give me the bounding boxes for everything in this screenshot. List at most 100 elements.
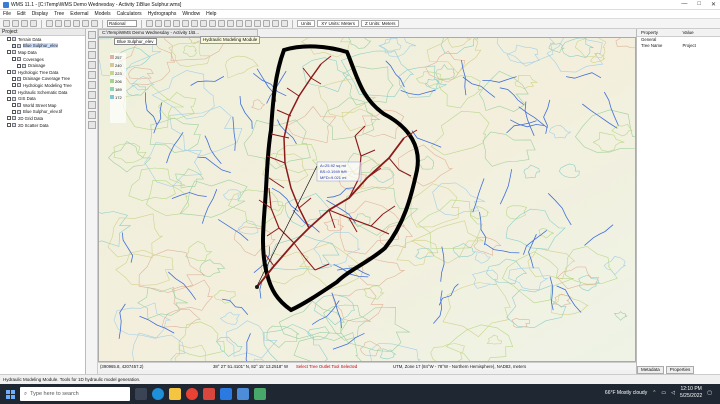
xy-units-label[interactable]: XY Units: Meters xyxy=(317,20,359,27)
maximize-button[interactable]: □ xyxy=(697,1,701,8)
rotate-tool-icon[interactable] xyxy=(173,20,180,27)
tree-checkbox[interactable] xyxy=(12,57,16,62)
create-outlet-icon[interactable] xyxy=(87,81,96,89)
select-stream-icon[interactable] xyxy=(87,41,96,49)
select-tool-icon[interactable] xyxy=(146,20,153,27)
tree-item[interactable]: GIS Data xyxy=(0,95,85,102)
clock[interactable]: 12:10 PM 5/25/2022 xyxy=(680,386,702,400)
tree-checkbox[interactable] xyxy=(12,83,16,88)
tree-outlet-point[interactable] xyxy=(255,285,259,289)
menu-file[interactable]: File xyxy=(3,11,11,17)
zoom-tool-icon[interactable] xyxy=(155,20,162,27)
menu-display[interactable]: Display xyxy=(32,11,48,17)
terrain-map-canvas[interactable]: A=25.92 sq mi BS=0.1949 ft/ft MFD=9.021 … xyxy=(99,38,636,362)
menu-window[interactable]: Window xyxy=(182,11,200,17)
tree-checkbox[interactable] xyxy=(12,43,16,48)
tree-checkbox[interactable] xyxy=(7,96,11,101)
module-river-icon[interactable] xyxy=(82,20,89,27)
module-terrain-icon[interactable] xyxy=(46,20,53,27)
tab-metadata[interactable]: Metadata xyxy=(637,366,664,374)
tree-checkbox[interactable] xyxy=(12,109,16,114)
tree-item[interactable]: Drainage xyxy=(0,62,85,69)
tree-item[interactable]: World Street Map xyxy=(0,102,85,109)
get-info-icon[interactable] xyxy=(218,20,225,27)
tree-checkbox[interactable] xyxy=(7,90,11,95)
taskbar-search[interactable]: ⌕ Type here to search xyxy=(20,387,130,401)
tree-item[interactable]: Hydrologic Modeling Tree xyxy=(0,82,85,89)
tree-item[interactable]: Hydrologic Tree Data xyxy=(0,69,85,76)
tree-item[interactable]: Map Data xyxy=(0,49,85,56)
contour-icon[interactable] xyxy=(200,20,207,27)
close-button[interactable]: ✕ xyxy=(711,1,716,8)
tree-item[interactable]: Coverages xyxy=(0,56,85,63)
property-value[interactable]: Project xyxy=(679,43,720,49)
tree-checkbox[interactable] xyxy=(12,103,16,108)
minimize-button[interactable]: — xyxy=(681,1,687,8)
tree-item[interactable]: Blue Sulphur_elev xyxy=(0,43,85,50)
select-basin-icon[interactable] xyxy=(87,51,96,59)
wms-taskbar-icon[interactable] xyxy=(254,388,266,400)
property-row[interactable]: Tree Name Project xyxy=(637,43,720,49)
tree-checkbox[interactable] xyxy=(12,76,16,81)
tree-item[interactable]: Hydraulic Schematic Data xyxy=(0,89,85,96)
task-view-icon[interactable] xyxy=(135,388,147,400)
module-grid-icon[interactable] xyxy=(91,20,98,27)
tree-item[interactable]: Blue Sulphur_elev.tif xyxy=(0,109,85,116)
edge-icon[interactable] xyxy=(152,388,164,400)
select-tree-outlet-icon[interactable] xyxy=(87,31,96,39)
cross-section-icon[interactable] xyxy=(87,121,96,129)
open-icon[interactable] xyxy=(12,20,19,27)
z-units-label[interactable]: Z Units: Meters xyxy=(360,20,400,27)
menu-tree[interactable]: Tree xyxy=(54,11,64,17)
start-button[interactable] xyxy=(0,384,20,404)
tree-checkbox[interactable] xyxy=(7,37,11,42)
tree-item[interactable]: 2D Scatter Data xyxy=(0,122,85,129)
chrome-icon[interactable] xyxy=(186,388,198,400)
display-options-icon[interactable] xyxy=(191,20,198,27)
tree-item[interactable]: Drainage Coverage Tree xyxy=(0,76,85,83)
tree-item[interactable]: 2D Grid Data xyxy=(0,115,85,122)
table-icon[interactable] xyxy=(254,20,261,27)
print-icon[interactable] xyxy=(30,20,37,27)
tree-checkbox[interactable] xyxy=(7,123,11,128)
new-icon[interactable] xyxy=(3,20,10,27)
tree-checkbox[interactable] xyxy=(7,116,11,121)
tab-properties[interactable]: Properties xyxy=(665,366,695,374)
map-view[interactable]: A=25.92 sq mi BS=0.1949 ft/ft MFD=9.021 … xyxy=(98,37,636,362)
globe-icon[interactable] xyxy=(272,20,279,27)
edit-elevation-icon[interactable] xyxy=(87,91,96,99)
mail-icon[interactable] xyxy=(220,388,232,400)
graph-icon[interactable] xyxy=(245,20,252,27)
tree-checkbox[interactable] xyxy=(7,50,11,55)
units-button[interactable]: Units xyxy=(297,20,316,27)
lock-icon[interactable] xyxy=(236,20,243,27)
zoom-icon[interactable] xyxy=(87,61,96,69)
menu-models[interactable]: Models xyxy=(95,11,111,17)
measure-icon[interactable] xyxy=(263,20,270,27)
module-map-icon[interactable] xyxy=(64,20,71,27)
network-icon[interactable]: ▭ xyxy=(661,390,666,396)
chevron-up-icon[interactable]: ⌃ xyxy=(652,390,656,396)
tree-item[interactable]: Terrain Data xyxy=(0,36,85,43)
plot-icon[interactable] xyxy=(227,20,234,27)
tree-checkbox[interactable] xyxy=(17,63,21,68)
search-input[interactable]: Type here to search xyxy=(30,391,79,397)
frame-icon[interactable] xyxy=(182,20,189,27)
weather-readout[interactable]: 66°F Mostly cloudy xyxy=(605,390,647,396)
menu-help[interactable]: Help xyxy=(206,11,216,17)
notification-icon[interactable]: ▢ xyxy=(707,390,712,396)
module-drainage-icon[interactable] xyxy=(55,20,62,27)
pan-tool-icon[interactable] xyxy=(164,20,171,27)
image-icon[interactable] xyxy=(281,20,288,27)
module-hydrologic-icon[interactable] xyxy=(73,20,80,27)
store-icon[interactable] xyxy=(237,388,249,400)
menu-hydrographs[interactable]: Hydrographs xyxy=(148,11,177,17)
menu-edit[interactable]: Edit xyxy=(17,11,26,17)
volume-icon[interactable]: ◁ xyxy=(671,390,675,396)
pan-icon[interactable] xyxy=(87,71,96,79)
flow-direction-icon[interactable] xyxy=(87,101,96,109)
save-icon[interactable] xyxy=(21,20,28,27)
tree-checkbox[interactable] xyxy=(7,70,11,75)
menu-external[interactable]: External xyxy=(70,11,88,17)
refresh-icon[interactable] xyxy=(209,20,216,27)
